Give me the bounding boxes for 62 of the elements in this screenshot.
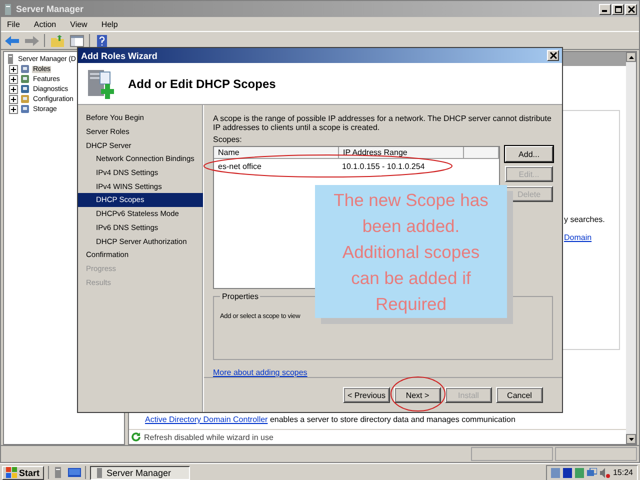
expand-icon[interactable] [9,104,18,114]
expand-icon[interactable] [9,64,18,74]
close-button[interactable] [547,50,559,61]
tree-node-icon [20,104,30,114]
role-link[interactable]: Active Directory Domain Controller [145,415,268,424]
tree-node-icon [20,84,30,94]
wizard-button[interactable]: Cancel [496,387,543,403]
description-text: y searches. [564,215,606,224]
wizard-button[interactable]: < Previous [343,387,390,403]
scopes-label: Scopes: [213,135,243,144]
show-hide-pane-button[interactable] [69,33,85,48]
wizard-title: Add Roles Wizard [81,50,158,60]
window-title: Server Manager [16,4,85,14]
up-arrow-icon [628,56,634,58]
tree-node-icon [20,94,30,104]
role-description: Active Directory Domain Controller enables a server to store directory data and manages communication [144,415,516,426]
back-button[interactable] [4,33,20,48]
refresh-icon [131,432,141,442]
flag-icon [6,467,17,478]
intro-text: A scope is the range of possible IP addresses for a network. The DHCP server cannot distribute IP addresses to clients until a scope is created. [213,114,552,132]
tree-node-icon [20,64,30,74]
expand-icon[interactable] [9,94,18,104]
server-add-icon [86,68,114,100]
down-arrow-icon [628,438,634,440]
maximize-button[interactable] [612,4,624,14]
maximize-icon [614,6,622,12]
scroll-up-button[interactable] [626,52,636,62]
scroll-down-button[interactable] [626,434,636,444]
annotation-ellipse [390,376,446,412]
server-icon [6,54,16,64]
help-button[interactable] [94,33,110,48]
wizard-button[interactable]: Next > [394,387,441,403]
minimize-button[interactable] [599,4,611,14]
close-button[interactable] [625,4,637,14]
table-cell-text: es-net office [217,162,262,170]
speaker-muted-icon[interactable] [600,468,610,478]
start-button[interactable]: Start [2,466,44,480]
close-icon [628,6,634,12]
expand-icon[interactable] [9,84,18,94]
table-cell-text: 10.1.0.155 - 10.1.0.254 [341,162,426,170]
server-manager-launch-icon[interactable] [52,467,64,478]
menu-item[interactable]: Action [34,20,56,28]
menu-item[interactable]: Help [101,20,118,28]
menu-item[interactable]: File [7,20,20,28]
desktop-icon[interactable] [68,468,81,478]
callout-tooltip: The new Scope has been added. Additional scopes can be added if Required [315,185,507,318]
status-text: Refresh disabled while wizard in use [144,432,274,442]
network-icon[interactable] [586,468,597,478]
expand-icon[interactable] [9,74,18,84]
scope-button[interactable]: Add... [505,146,553,162]
app-icon [3,4,13,14]
server-icon [94,468,104,478]
role-link[interactable]: Domain [564,233,619,242]
help-link[interactable]: More about adding scopes [213,368,308,377]
column-header[interactable]: Name [214,147,339,158]
group-title: Properties [220,292,260,301]
clock[interactable]: 15:24 [612,468,633,477]
tree-node-icon [20,74,30,84]
taskbar-button[interactable]: Server Manager [90,466,190,480]
scrollbar[interactable] [626,52,636,444]
menu-item[interactable]: View [70,20,88,28]
wizard-heading: Add or Edit DHCP Scopes [128,76,276,90]
